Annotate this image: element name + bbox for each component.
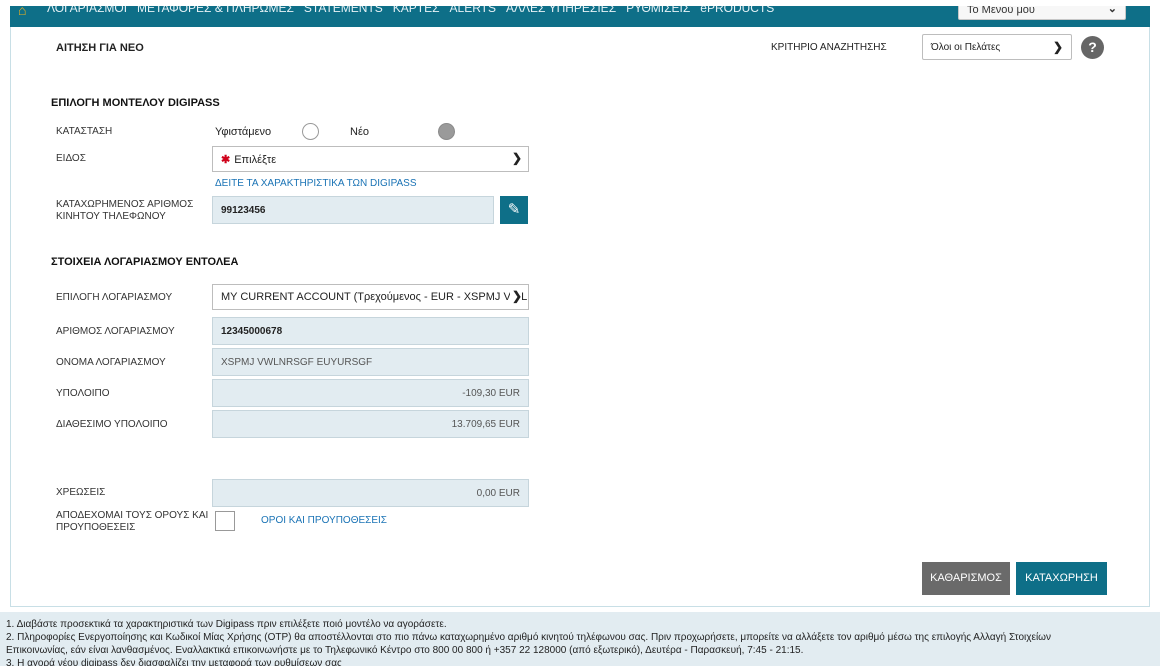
- top-bar: ⌂ ΛΟΓΑΡΙΑΣΜΟΙ ΜΕΤΑΦΟΡΕΣ & ΠΛΗΡΩΜΕΣ STATE…: [0, 0, 1160, 27]
- home-icon[interactable]: ⌂: [18, 6, 32, 18]
- account-number-field: 12345000678: [212, 317, 529, 345]
- account-name-label: ΟΝΟΜΑ ΛΟΓΑΡΙΑΣΜΟΥ: [56, 357, 166, 368]
- pencil-icon: ✎: [507, 201, 521, 218]
- available-balance-label: ΔΙΑΘΕΣΙΜΟ ΥΠΟΛΟΙΠΟ: [56, 419, 168, 430]
- charges-field: 0,00 EUR: [212, 479, 529, 507]
- account-select-label: ΕΠΙΛΟΓΗ ΛΟΓΑΡΙΑΣΜΟΥ: [56, 292, 173, 303]
- digipass-features-link[interactable]: ΔΕΙΤΕ ΤΑ ΧΑΡΑΚΤΗΡΙΣΤΙΚΑ ΤΩΝ DIGIPASS: [215, 178, 417, 189]
- account-select-value: MY CURRENT ACCOUNT (Τρεχούμενος - EUR - …: [221, 291, 529, 303]
- nav-item-alerts[interactable]: ALERTS: [450, 6, 496, 15]
- phone-label-line-2: ΚΙΝΗΤΟΥ ΤΗΛΕΦΩΝΟΥ: [56, 211, 166, 222]
- terms-label-line-2: ΠΡΟΥΠΟΘΕΣΕΙΣ: [56, 522, 136, 533]
- terms-label: ΑΠΟΔΕΧΟΜΑΙ ΤΟΥΣ ΟΡΟΥΣ ΚΑΙ ΠΡΟΥΠΟΘΕΣΕΙΣ: [56, 510, 208, 534]
- account-section-title: ΣΤΟΙΧΕΙΑ ΛΟΓΑΡΙΑΣΜΟΥ ΕΝΤΟΛΕΑ: [51, 256, 239, 268]
- terms-link[interactable]: ΟΡΟΙ ΚΑΙ ΠΡΟΥΠΟΘΕΣΕΙΣ: [261, 515, 387, 526]
- nav-item-other-services[interactable]: ΑΛΛΕΣ ΥΠΗΡΕΣΙΕΣ: [506, 6, 616, 15]
- nav-item-transfers[interactable]: ΜΕΤΑΦΟΡΕΣ & ΠΛΗΡΩΜΕΣ: [137, 6, 294, 15]
- required-icon: ✱: [221, 154, 231, 166]
- chevron-down-icon: ⌄: [1107, 6, 1117, 15]
- terms-label-line-1: ΑΠΟΔΕΧΟΜΑΙ ΤΟΥΣ ΟΡΟΥΣ ΚΑΙ: [56, 510, 209, 521]
- digipass-section-title: ΕΠΙΛΟΓΗ ΜΟΝΤΕΛΟΥ DIGIPASS: [51, 97, 220, 109]
- search-criteria-value: Όλοι οι Πελάτες: [931, 42, 1001, 53]
- type-label: ΕΙΔΟΣ: [56, 153, 86, 164]
- chevron-down-icon: ❯: [509, 289, 522, 303]
- nav-menu-items: ΛΟΓΑΡΙΑΣΜΟΙ ΜΕΤΑΦΟΡΕΣ & ΠΛΗΡΩΜΕΣ STATEME…: [47, 6, 774, 15]
- charges-label: ΧΡΕΩΣΕΙΣ: [56, 487, 106, 498]
- note-2-continued: Επικοινωνίας, εάν είναι λανθασμένος. Ενα…: [6, 645, 804, 656]
- notes-panel: 1. Διαβάστε προσεκτικά τα χαρακτηριστικά…: [0, 612, 1160, 666]
- main-navbar: ⌂ ΛΟΓΑΡΙΑΣΜΟΙ ΜΕΤΑΦΟΡΕΣ & ΠΛΗΡΩΜΕΣ STATE…: [10, 6, 1150, 27]
- nav-item-statements[interactable]: STATEMENTS: [304, 6, 383, 15]
- nav-item-eproducts[interactable]: ePRODUCTS: [700, 6, 774, 15]
- existing-radio[interactable]: [302, 123, 319, 140]
- status-label: ΚΑΤΑΣΤΑΣΗ: [56, 126, 113, 137]
- available-balance-field: 13.709,65 EUR: [212, 410, 529, 438]
- type-placeholder: Επιλέξτε: [234, 154, 277, 166]
- phone-label: ΚΑΤΑΧΩΡΗΜΕΝΟΣ ΑΡΙΘΜΟΣ ΚΙΝΗΤΟΥ ΤΗΛΕΦΩΝΟΥ: [56, 199, 193, 223]
- chevron-down-icon: ❯: [509, 151, 522, 165]
- search-criteria-select[interactable]: Όλοι οι Πελάτες ❯: [922, 34, 1072, 60]
- page-title: ΑΙΤΗΣΗ ΓΙΑ ΝΕΟ: [56, 42, 144, 54]
- submit-button[interactable]: ΚΑΤΑΧΩΡΗΣΗ: [1016, 562, 1107, 595]
- balance-label: ΥΠΟΛΟΙΠΟ: [56, 388, 110, 399]
- search-criteria-label: ΚΡΙΤΗΡΙΟ ΑΝΑΖΗΤΗΣΗΣ: [771, 42, 887, 53]
- account-number-label: ΑΡΙΘΜΟΣ ΛΟΓΑΡΙΑΣΜΟΥ: [56, 326, 175, 337]
- nav-item-accounts[interactable]: ΛΟΓΑΡΙΑΣΜΟΙ: [47, 6, 127, 15]
- chevron-down-icon: ❯: [1052, 40, 1063, 54]
- new-radio[interactable]: [438, 123, 455, 140]
- account-name-field: XSPMJ VWLNRSGF EUYURSGF: [212, 348, 529, 376]
- accept-terms-checkbox[interactable]: [215, 511, 235, 531]
- type-select[interactable]: ✱ Επιλέξτε ❯: [212, 146, 529, 172]
- clear-button[interactable]: ΚΑΘΑΡΙΣΜΟΣ: [922, 562, 1010, 595]
- phone-field: 99123456: [212, 196, 494, 224]
- my-menu-label: Το Μενού μου: [967, 6, 1035, 16]
- help-icon[interactable]: ?: [1081, 36, 1104, 59]
- note-2: 2. Πληροφορίες Ενεργοποίησης και Κωδικοί…: [6, 632, 1051, 643]
- note-1: 1. Διαβάστε προσεκτικά τα χαρακτηριστικά…: [6, 619, 447, 630]
- my-menu-select[interactable]: Το Μενού μου ⌄: [958, 6, 1126, 20]
- nav-item-settings[interactable]: ΡΥΘΜΙΣΕΙΣ: [626, 6, 690, 15]
- nav-item-cards[interactable]: ΚΑΡΤΕΣ: [393, 6, 440, 15]
- existing-label: Υφιστάμενο: [215, 126, 272, 138]
- balance-field: -109,30 EUR: [212, 379, 529, 407]
- edit-phone-button[interactable]: ✎: [500, 196, 528, 224]
- note-3: 3. Η αγορά νέου digipass δεν διασφαλίζει…: [6, 658, 342, 666]
- phone-label-line-1: ΚΑΤΑΧΩΡΗΜΕΝΟΣ ΑΡΙΘΜΟΣ: [56, 199, 194, 210]
- account-select[interactable]: MY CURRENT ACCOUNT (Τρεχούμενος - EUR - …: [212, 284, 529, 310]
- new-label: Νέο: [350, 126, 369, 138]
